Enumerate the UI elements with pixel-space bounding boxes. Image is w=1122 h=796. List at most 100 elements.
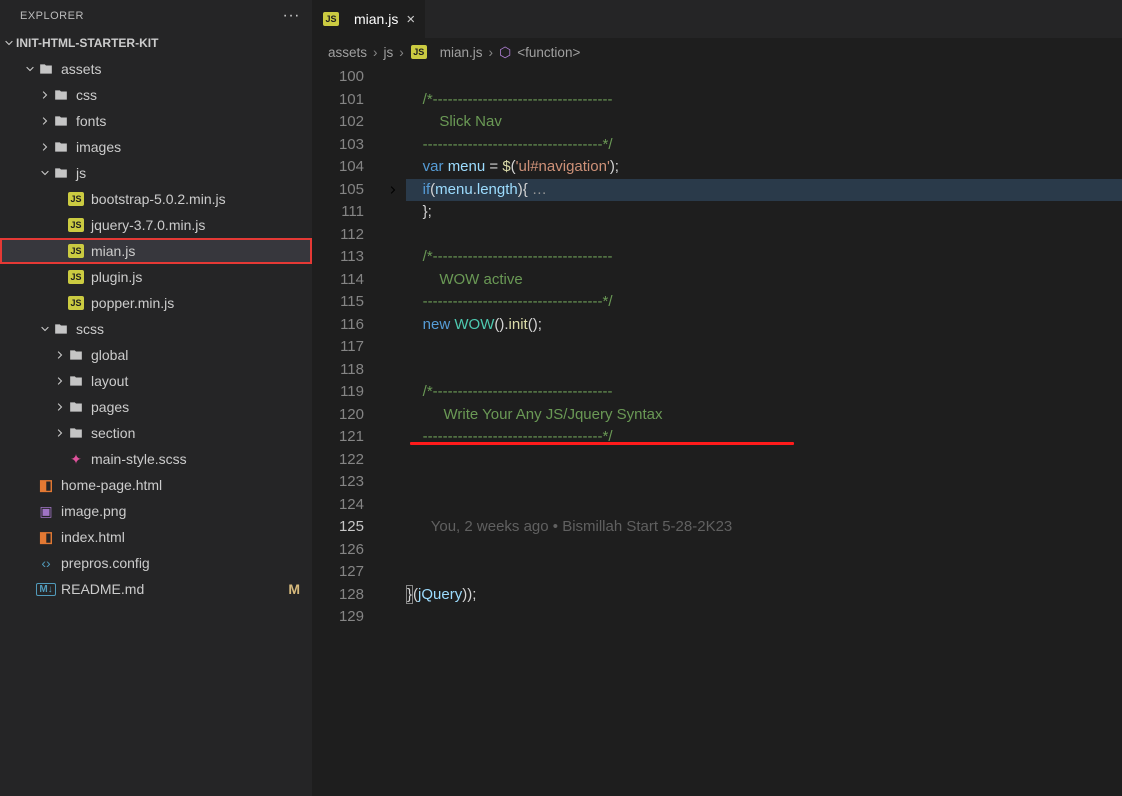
tree-label: assets — [61, 61, 101, 77]
tree-label: scss — [76, 321, 104, 337]
file-jquery-3.7.0.min.js[interactable]: JS jquery-3.7.0.min.js — [0, 212, 312, 238]
cfg-file-icon: ‹› — [37, 554, 55, 572]
file-main-style.scss[interactable]: ✦ main-style.scss — [0, 446, 312, 472]
file-plugin.js[interactable]: JSplugin.js — [0, 264, 312, 290]
file-prepros.config[interactable]: ‹›prepros.config — [0, 550, 312, 576]
code-line[interactable] — [406, 336, 1122, 359]
breadcrumb-item[interactable]: assets — [328, 45, 367, 60]
code-area[interactable]: 1001011021031041051111121131141151161171… — [312, 66, 1122, 796]
tree-label: bootstrap-5.0.2.min.js — [91, 191, 226, 207]
folder-icon — [52, 164, 70, 182]
file-index.html[interactable]: ◧index.html — [0, 524, 312, 550]
chevron-right-icon — [38, 114, 52, 128]
file-popper.min.js[interactable]: JS popper.min.js — [0, 290, 312, 316]
tree-label: jquery-3.7.0.min.js — [91, 217, 205, 233]
folder-images[interactable]: images — [0, 134, 312, 160]
folder-scss[interactable]: scss — [0, 316, 312, 342]
js-file-icon: JS — [67, 294, 85, 312]
folder-layout[interactable]: layout — [0, 368, 312, 394]
code-line[interactable]: }(jQuery)); — [406, 584, 1122, 607]
tree-label: pages — [91, 399, 129, 415]
explorer-sidebar: EXPLORER ··· INIT-HTML-STARTER-KIT asset… — [0, 0, 312, 796]
file-bootstrap-5.0.2.min.js[interactable]: JS bootstrap-5.0.2.min.js — [0, 186, 312, 212]
code-line[interactable] — [406, 606, 1122, 629]
code-line[interactable]: ------------------------------------*/ — [406, 291, 1122, 314]
chevron-right-icon: › — [373, 45, 378, 60]
code-lines[interactable]: /*------------------------------------ S… — [406, 66, 1122, 796]
underline-annotation — [410, 442, 794, 445]
code-line[interactable]: var menu = $('ul#navigation'); — [406, 156, 1122, 179]
tree-label: images — [76, 139, 121, 155]
breadcrumb[interactable]: assets›js›JSmian.js›⬡<function> — [312, 38, 1122, 66]
more-icon[interactable]: ··· — [283, 8, 300, 24]
breadcrumb-item[interactable]: <function> — [517, 45, 580, 60]
html-file-icon: ◧ — [37, 528, 55, 546]
folder-section[interactable]: section — [0, 420, 312, 446]
img-file-icon: ▣ — [37, 502, 55, 520]
line-gutter: 1001011021031041051111121131141151161171… — [312, 66, 380, 796]
code-line[interactable] — [406, 539, 1122, 562]
html-file-icon: ◧ — [37, 476, 55, 494]
folder-icon — [52, 112, 70, 130]
folder-icon — [37, 60, 55, 78]
chevron-right-icon — [38, 140, 52, 154]
chevron-right-icon — [53, 374, 67, 388]
fold-icon[interactable] — [380, 179, 406, 202]
code-line[interactable]: /*------------------------------------ — [406, 246, 1122, 269]
folder-fonts[interactable]: fonts — [0, 108, 312, 134]
explorer-header: EXPLORER ··· — [0, 0, 312, 30]
tree-label: popper.min.js — [91, 295, 174, 311]
code-line[interactable] — [406, 561, 1122, 584]
chevron-down-icon — [23, 62, 37, 76]
file-home-page.html[interactable]: ◧home-page.html — [0, 472, 312, 498]
code-line[interactable]: WOW active — [406, 269, 1122, 292]
project-root[interactable]: INIT-HTML-STARTER-KIT — [0, 30, 312, 56]
tab-filename: mian.js — [354, 11, 398, 27]
code-line[interactable]: if(menu.length){ … — [406, 179, 1122, 202]
editor-pane: JS mian.js × assets›js›JSmian.js›⬡<funct… — [312, 0, 1122, 796]
tree-label: mian.js — [91, 243, 135, 259]
folder-pages[interactable]: pages — [0, 394, 312, 420]
folder-icon — [67, 398, 85, 416]
folder-icon — [52, 138, 70, 156]
tree-label: section — [91, 425, 135, 441]
code-line[interactable] — [406, 359, 1122, 382]
file-image.png[interactable]: ▣ image.png — [0, 498, 312, 524]
chevron-right-icon — [53, 426, 67, 440]
js-file-icon: JS — [67, 216, 85, 234]
scss-file-icon: ✦ — [67, 450, 85, 468]
symbol-icon: ⬡ — [499, 44, 511, 61]
js-file-icon: JS — [67, 190, 85, 208]
fold-column[interactable] — [380, 66, 406, 796]
code-line[interactable]: new WOW().init(); — [406, 314, 1122, 337]
code-line[interactable] — [406, 224, 1122, 247]
folder-css[interactable]: css — [0, 82, 312, 108]
folder-global[interactable]: global — [0, 342, 312, 368]
code-line[interactable]: /*------------------------------------ — [406, 381, 1122, 404]
code-line[interactable]: }; — [406, 201, 1122, 224]
code-line[interactable]: /*------------------------------------ — [406, 89, 1122, 112]
chevron-right-icon — [53, 400, 67, 414]
folder-icon — [67, 346, 85, 364]
code-line[interactable]: Write Your Any JS/Jquery Syntax — [406, 404, 1122, 427]
code-line[interactable]: ------------------------------------*/ — [406, 426, 1122, 449]
folder-js[interactable]: js — [0, 160, 312, 186]
chevron-down-icon — [38, 322, 52, 336]
file-mian.js[interactable]: JSmian.js — [0, 238, 312, 264]
code-line[interactable]: You, 2 weeks ago • Bismillah Start 5-28-… — [406, 516, 1122, 539]
code-line[interactable] — [406, 66, 1122, 89]
breadcrumb-item[interactable]: mian.js — [440, 45, 483, 60]
code-line[interactable]: Slick Nav — [406, 111, 1122, 134]
code-line[interactable] — [406, 494, 1122, 517]
md-file-icon: M↓ — [37, 580, 55, 598]
tree-label: main-style.scss — [91, 451, 187, 467]
tree-label: image.png — [61, 503, 126, 519]
folder-assets[interactable]: assets — [0, 56, 312, 82]
close-icon[interactable]: × — [406, 11, 415, 28]
code-line[interactable] — [406, 471, 1122, 494]
code-line[interactable]: ------------------------------------*/ — [406, 134, 1122, 157]
file-README.md[interactable]: M↓README.mdM — [0, 576, 312, 602]
tab-mian-js[interactable]: JS mian.js × — [312, 0, 426, 38]
breadcrumb-item[interactable]: js — [384, 45, 394, 60]
code-line[interactable] — [406, 449, 1122, 472]
